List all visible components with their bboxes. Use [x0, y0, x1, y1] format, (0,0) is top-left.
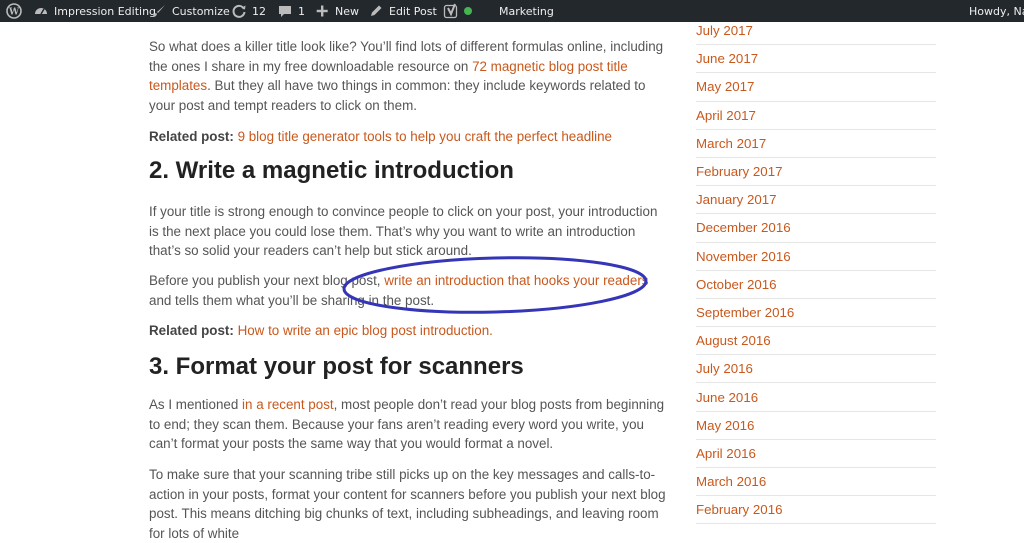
archive-link[interactable]: September 2016 — [696, 305, 794, 320]
paragraph-text: Before you publish your next blog post, — [149, 273, 385, 288]
archive-link[interactable]: March 2016 — [696, 474, 766, 489]
title-generator-tools-link[interactable]: 9 blog title generator tools to help you… — [238, 129, 612, 144]
archives-widget: July 2017 June 2017 May 2017 April 2017 Marc… — [696, 17, 936, 525]
svg-text:W: W — [8, 8, 20, 18]
site-name-menu[interactable]: Impression Editing — [33, 0, 156, 22]
heading-format-scanners: 3. Format your post for scanners — [149, 353, 524, 380]
related-post-2: Related post: How to write an epic blog … — [149, 321, 669, 341]
customize-button[interactable]: Customize — [151, 0, 230, 22]
archive-list: July 2017 June 2017 May 2017 April 2017 Marc… — [696, 17, 936, 525]
wordpress-logo-button[interactable]: W — [6, 0, 22, 22]
archive-link[interactable]: November 2016 — [696, 249, 791, 264]
write-introduction-link[interactable]: write an introduction that hooks your re… — [384, 273, 648, 288]
archive-link[interactable]: April 2017 — [696, 108, 756, 123]
customize-label: Customize — [172, 4, 230, 18]
epic-introduction-link[interactable]: How to write an epic blog post introduct… — [238, 323, 493, 338]
paragraph-text: As I mentioned — [149, 397, 243, 412]
related-post-1: Related post: 9 blog title generator too… — [149, 127, 669, 147]
archive-item: January 2017 — [696, 186, 936, 215]
archive-link[interactable]: July 2016 — [696, 361, 753, 376]
paragraph-introduction: If your title is strong enough to convin… — [149, 204, 658, 258]
new-label: New — [335, 4, 359, 18]
paragraph-scanners: As I mentioned in a recent post, most pe… — [149, 395, 669, 454]
paragraph-title-formulas: So what does a killer title look like? Y… — [149, 37, 669, 115]
greeting-label: Howdy, Nac — [969, 4, 1024, 18]
dashboard-icon — [33, 3, 49, 19]
archive-link[interactable]: February 2016 — [696, 502, 782, 517]
marketing-category-label: Marketing — [499, 4, 554, 18]
edit-post-button[interactable]: Edit Post — [368, 0, 437, 22]
archive-item: May 2016 — [696, 412, 936, 440]
archive-link[interactable]: August 2016 — [696, 333, 771, 348]
paragraph-before-publish: Before you publish your next blog post, … — [149, 271, 669, 310]
heading-magnetic-introduction: 2. Write a magnetic introduction — [149, 157, 514, 184]
archive-item: July 2017 — [696, 17, 936, 46]
account-menu[interactable]: Howdy, Nac — [969, 0, 1024, 22]
archive-item: August 2016 — [696, 327, 936, 356]
archive-link[interactable]: April 2016 — [696, 446, 756, 461]
paintbrush-icon — [151, 3, 167, 19]
archive-link[interactable]: March 2017 — [696, 136, 766, 151]
archive-link[interactable]: June 2016 — [696, 390, 758, 405]
archive-item: July 2016 — [696, 355, 936, 384]
seo-menu[interactable] — [443, 0, 472, 22]
new-content-button[interactable]: New — [314, 0, 359, 22]
archive-item: October 2016 — [696, 271, 936, 299]
archive-item: May 2017 — [696, 73, 936, 102]
related-post-label: Related post: — [149, 323, 234, 338]
plus-icon — [314, 3, 330, 19]
archive-link[interactable]: December 2016 — [696, 220, 791, 235]
comments-count: 1 — [298, 4, 305, 18]
recent-post-link[interactable]: in a recent post — [242, 397, 334, 412]
site-name-label: Impression Editing — [54, 4, 157, 18]
archive-item: September 2016 — [696, 299, 936, 328]
refresh-icon — [231, 3, 247, 19]
archive-item: November 2016 — [696, 243, 936, 271]
archive-link[interactable]: February 2017 — [696, 164, 782, 179]
archive-link[interactable]: January 2017 — [696, 192, 777, 207]
paragraph-text: and tells them what you’ll be sharing in… — [149, 292, 435, 308]
updates-count: 12 — [252, 4, 266, 18]
archive-item: March 2016 — [696, 468, 936, 497]
archive-item: June 2016 — [696, 383, 936, 412]
edit-post-label: Edit Post — [389, 4, 437, 18]
yoast-seo-icon — [443, 3, 459, 19]
archive-item: March 2017 — [696, 130, 936, 158]
updates-button[interactable]: 12 — [231, 0, 266, 22]
archive-item: June 2017 — [696, 45, 936, 74]
archive-item: February 2017 — [696, 158, 936, 187]
archive-item: February 2016 — [696, 496, 936, 525]
archive-link[interactable]: May 2016 — [696, 418, 754, 433]
archive-link[interactable]: July 2017 — [696, 23, 753, 38]
comment-bubble-icon — [277, 3, 293, 19]
paragraph-text: . But they all have two things in common… — [149, 78, 646, 113]
comments-button[interactable]: 1 — [277, 0, 305, 22]
archive-link[interactable]: June 2017 — [696, 51, 758, 66]
marketing-category-link[interactable]: Marketing — [499, 0, 554, 22]
related-post-label: Related post: — [149, 129, 234, 144]
paragraph-scanning-tribe: To make sure that your scanning tribe st… — [149, 467, 666, 541]
archive-item: April 2016 — [696, 440, 936, 468]
pencil-icon — [368, 3, 384, 19]
archive-item: April 2017 — [696, 102, 936, 130]
archive-link[interactable]: October 2016 — [696, 277, 777, 292]
seo-status-dot — [464, 7, 472, 15]
archive-link[interactable]: May 2017 — [696, 79, 754, 94]
archive-item: December 2016 — [696, 214, 936, 243]
wordpress-logo-icon: W — [6, 3, 22, 19]
